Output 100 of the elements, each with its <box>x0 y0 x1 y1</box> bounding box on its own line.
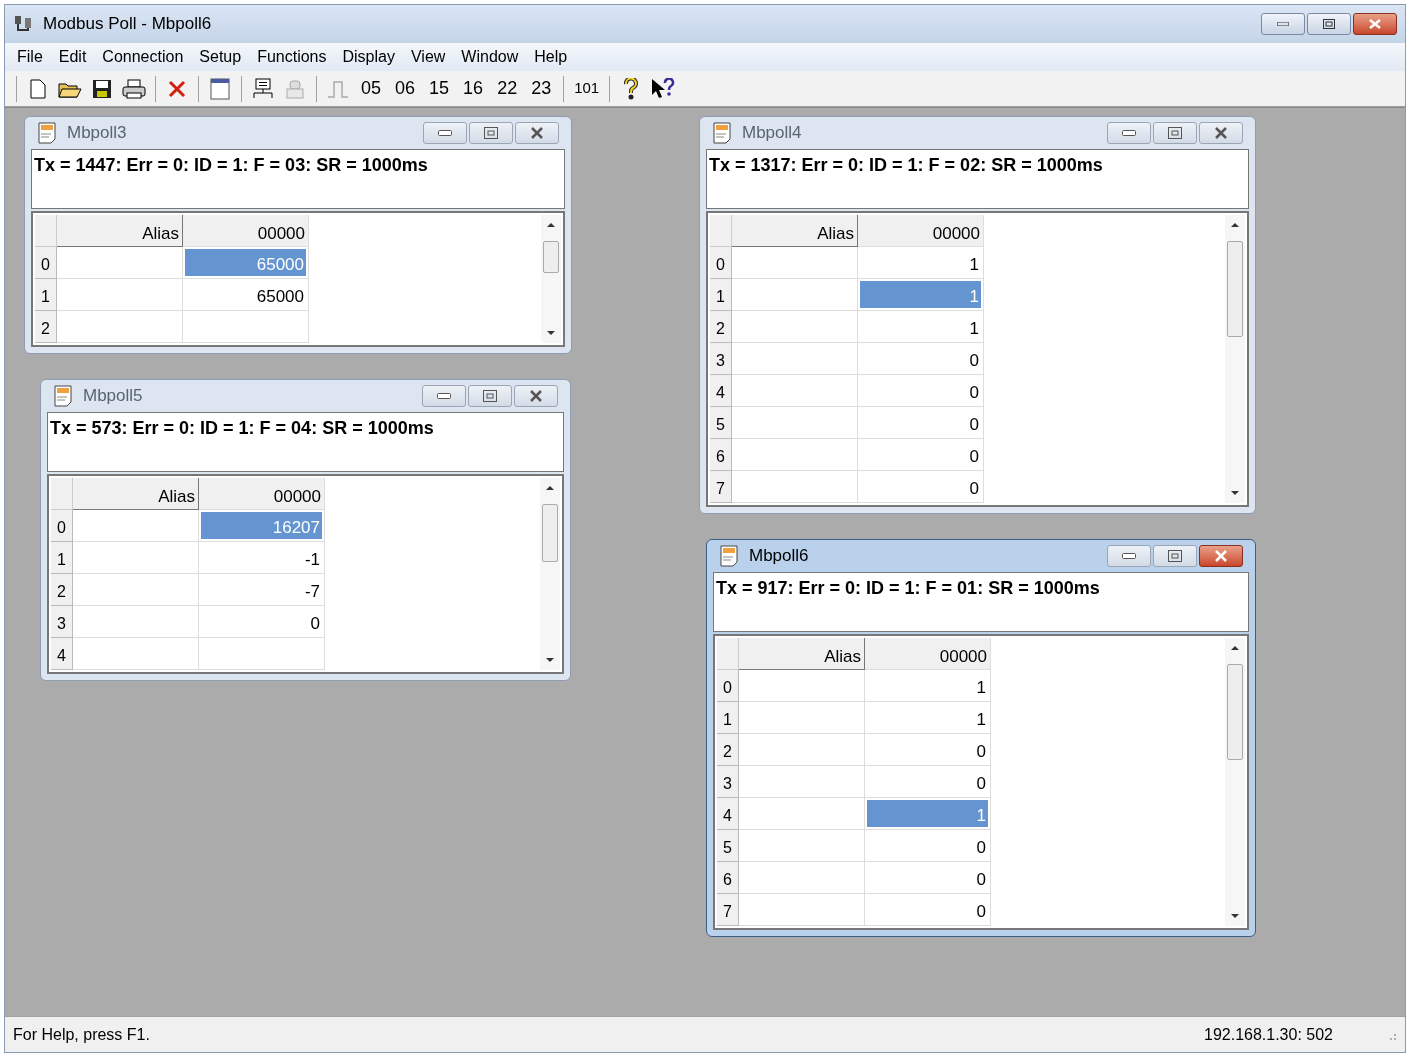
grid-corner[interactable] <box>717 638 739 670</box>
grid-corner[interactable] <box>710 215 732 247</box>
row-header[interactable]: 3 <box>51 606 73 638</box>
minimize-button[interactable] <box>1107 545 1151 567</box>
alias-cell[interactable] <box>739 862 865 894</box>
row-header[interactable]: 1 <box>51 542 73 574</box>
grid-corner[interactable] <box>35 215 57 247</box>
menu-item[interactable]: Help <box>526 45 576 69</box>
value-cell[interactable]: 1 <box>865 670 991 702</box>
menu-item[interactable]: Setup <box>191 45 250 69</box>
menu-item[interactable]: Edit <box>50 45 95 69</box>
scroll-thumb[interactable] <box>542 504 558 562</box>
value-cell[interactable]: 1 <box>865 702 991 734</box>
grid-corner[interactable] <box>51 478 73 510</box>
menu-item[interactable]: Functions <box>249 45 335 69</box>
alias-cell[interactable] <box>73 606 199 638</box>
value-cell[interactable]: 0 <box>858 439 984 471</box>
alias-cell[interactable] <box>57 311 183 343</box>
value-cell[interactable]: 0 <box>858 375 984 407</box>
row-header[interactable]: 2 <box>710 311 732 343</box>
value-cell[interactable]: 65000 <box>183 279 309 311</box>
column-header[interactable]: Alias <box>739 638 865 670</box>
row-header[interactable]: 7 <box>710 471 732 503</box>
function-code-button[interactable]: 06 <box>390 74 421 103</box>
row-header[interactable]: 6 <box>710 439 732 471</box>
alias-cell[interactable] <box>732 311 858 343</box>
menu-item[interactable]: View <box>402 45 454 69</box>
value-cell[interactable]: -1 <box>199 542 325 574</box>
value-cell[interactable] <box>199 638 325 670</box>
alias-cell[interactable] <box>739 830 865 862</box>
close-button[interactable] <box>1199 122 1243 144</box>
function-code-button[interactable]: 23 <box>526 74 557 103</box>
row-header[interactable]: 6 <box>717 862 739 894</box>
value-cell[interactable]: 0 <box>865 862 991 894</box>
close-button[interactable] <box>515 122 559 144</box>
row-header[interactable]: 0 <box>51 510 73 542</box>
alias-cell[interactable] <box>739 670 865 702</box>
alias-cell[interactable] <box>732 439 858 471</box>
column-header[interactable]: Alias <box>73 478 199 510</box>
value-cell[interactable]: 0 <box>865 830 991 862</box>
maximize-button[interactable] <box>1153 122 1197 144</box>
close-button[interactable] <box>1353 13 1397 35</box>
value-cell[interactable]: 0 <box>858 343 984 375</box>
function-code-button[interactable]: 05 <box>356 74 387 103</box>
toolbar-button[interactable]: 101 <box>571 74 603 103</box>
row-header[interactable]: 1 <box>717 702 739 734</box>
row-header[interactable]: 2 <box>717 734 739 766</box>
value-cell[interactable]: 0 <box>865 894 991 926</box>
maximize-button[interactable] <box>469 122 513 144</box>
value-cell[interactable]: 0 <box>858 407 984 439</box>
alias-cell[interactable] <box>732 247 858 279</box>
column-header[interactable]: 00000 <box>199 478 325 510</box>
row-header[interactable]: 1 <box>710 279 732 311</box>
scroll-thumb[interactable] <box>1227 241 1243 337</box>
menu-item[interactable]: Connection <box>94 45 192 69</box>
maximize-button[interactable] <box>468 385 512 407</box>
row-header[interactable]: 4 <box>717 798 739 830</box>
alias-cell[interactable] <box>739 734 865 766</box>
menu-item[interactable]: Window <box>453 45 527 69</box>
row-header[interactable]: 0 <box>710 247 732 279</box>
row-header[interactable]: 2 <box>35 311 57 343</box>
column-header[interactable]: Alias <box>57 215 183 247</box>
column-header[interactable]: 00000 <box>865 638 991 670</box>
minimize-button[interactable] <box>422 385 466 407</box>
alias-cell[interactable] <box>732 375 858 407</box>
scrollbar[interactable] <box>540 478 560 670</box>
alias-cell[interactable] <box>739 894 865 926</box>
value-cell[interactable]: 0 <box>199 606 325 638</box>
column-header[interactable]: Alias <box>732 215 858 247</box>
value-cell[interactable] <box>183 311 309 343</box>
alias-cell[interactable] <box>732 471 858 503</box>
restore-button[interactable] <box>1307 13 1351 35</box>
column-header[interactable]: 00000 <box>858 215 984 247</box>
scrollbar[interactable] <box>541 215 561 343</box>
row-header[interactable]: 4 <box>51 638 73 670</box>
function-code-button[interactable]: 22 <box>492 74 523 103</box>
scroll-thumb[interactable] <box>1227 664 1243 760</box>
row-header[interactable]: 5 <box>717 830 739 862</box>
menu-item[interactable]: Display <box>334 45 403 69</box>
row-header[interactable]: 2 <box>51 574 73 606</box>
maximize-button[interactable] <box>1153 545 1197 567</box>
value-cell[interactable]: 0 <box>865 734 991 766</box>
menu-item[interactable]: File <box>9 45 51 69</box>
row-header[interactable]: 4 <box>710 375 732 407</box>
alias-cell[interactable] <box>73 542 199 574</box>
scroll-thumb[interactable] <box>543 241 559 273</box>
row-header[interactable]: 3 <box>710 343 732 375</box>
row-header[interactable]: 7 <box>717 894 739 926</box>
alias-cell[interactable] <box>732 343 858 375</box>
scrollbar[interactable] <box>1225 215 1245 503</box>
alias-cell[interactable] <box>739 766 865 798</box>
alias-cell[interactable] <box>739 702 865 734</box>
minimize-button[interactable] <box>1107 122 1151 144</box>
value-cell[interactable]: 1 <box>858 311 984 343</box>
alias-cell[interactable] <box>73 574 199 606</box>
row-header[interactable]: 5 <box>710 407 732 439</box>
scrollbar[interactable] <box>1225 638 1245 926</box>
row-header[interactable]: 0 <box>35 247 57 279</box>
row-header[interactable]: 3 <box>717 766 739 798</box>
row-header[interactable]: 0 <box>717 670 739 702</box>
